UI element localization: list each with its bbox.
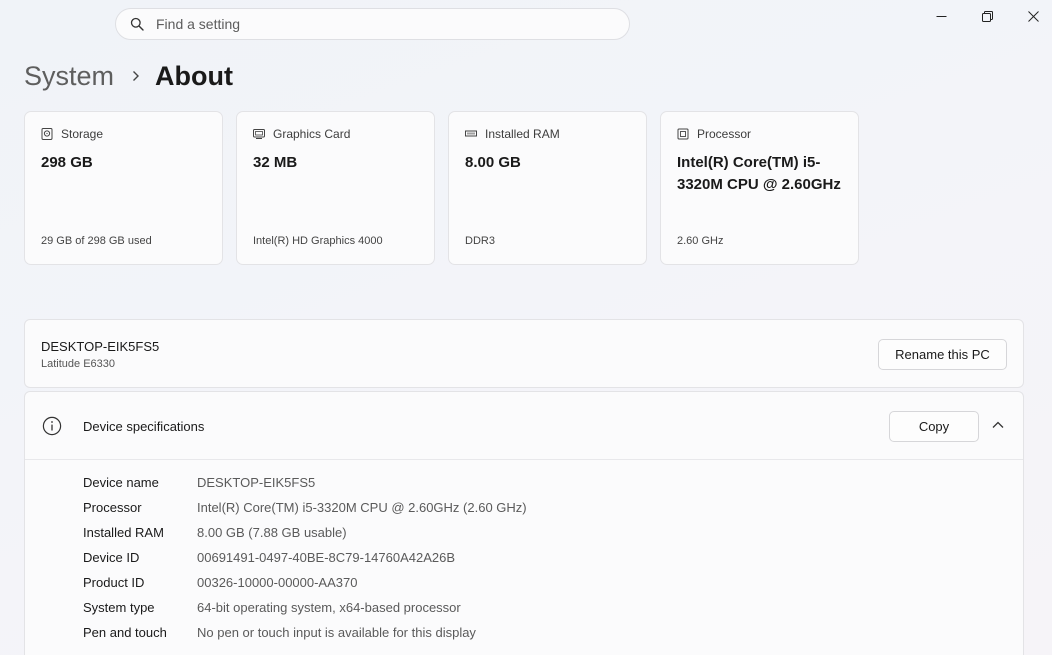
card-value: 32 MB [253,154,298,171]
spec-row-device-id: Device ID 00691491-0497-40BE-8C79-14760A… [83,545,527,570]
search-icon [130,17,144,31]
spec-key: Processor [83,500,142,515]
spec-value: DESKTOP-EIK5FS5 [197,475,316,490]
pc-name-panel: DESKTOP-EIK5FS5 Latitude E6330 Rename th… [24,319,1024,388]
minimize-icon [936,11,947,22]
spec-value: 64-bit operating system, x64-based proce… [197,600,461,615]
minimize-button[interactable] [918,4,964,28]
restore-icon [981,10,993,22]
spec-row-device-name: Device name DESKTOP-EIK5FS5 [83,470,527,495]
ram-icon [465,128,485,140]
spec-key: Installed RAM [83,525,164,540]
info-icon [42,416,62,436]
spec-value: No pen or touch input is available for t… [197,625,476,640]
card-value: 298 GB [41,154,93,171]
chevron-up-icon[interactable] [992,420,1004,430]
pc-name: DESKTOP-EIK5FS5 [41,339,160,354]
spec-row-pen-and-touch: Pen and touch No pen or touch input is a… [83,620,527,645]
spec-key: System type [83,600,155,615]
card-subtext: Intel(R) HD Graphics 4000 [253,235,383,247]
hardware-summary-cards: Storage 298 GB 29 GB of 298 GB used Grap… [24,111,859,265]
device-specifications-header[interactable]: Device specifications Copy [25,392,1023,460]
pc-model: Latitude E6330 [41,358,116,370]
card-label: Graphics Card [273,127,351,141]
card-value: 8.00 GB [465,154,521,171]
search-box[interactable] [115,8,630,40]
card-label: Storage [61,127,104,141]
device-specifications-title: Device specifications [83,419,205,434]
installed-ram-card[interactable]: Installed RAM 8.00 GB DDR3 [448,111,647,265]
card-label: Processor [697,127,752,141]
graphics-card-card[interactable]: Graphics Card 32 MB Intel(R) HD Graphics… [236,111,435,265]
card-value: Intel(R) Core(TM) i5-3320M CPU @ 2.60GHz [677,154,841,193]
close-icon [1027,10,1039,22]
copy-button[interactable]: Copy [889,411,979,442]
storage-card[interactable]: Storage 298 GB 29 GB of 298 GB used [24,111,223,265]
page-title: About [155,60,233,91]
spec-row-installed-ram: Installed RAM 8.00 GB (7.88 GB usable) [83,520,527,545]
spec-row-product-id: Product ID 00326-10000-00000-AA370 [83,570,527,595]
rename-pc-button[interactable]: Rename this PC [878,339,1007,370]
chevron-right-icon [131,70,141,82]
processor-icon [677,128,697,140]
spec-value: 00691491-0497-40BE-8C79-14760A42A26B [197,550,456,565]
restore-button[interactable] [964,4,1010,28]
close-button[interactable] [1010,4,1052,28]
card-label: Installed RAM [485,127,560,141]
storage-icon [41,128,61,140]
breadcrumb: System About [24,58,233,94]
card-subtext: 2.60 GHz [677,235,724,247]
breadcrumb-system-link[interactable]: System [24,61,114,92]
spec-key: Product ID [83,575,145,590]
spec-value: Intel(R) Core(TM) i5-3320M CPU @ 2.60GHz… [197,500,527,515]
spec-value: 00326-10000-00000-AA370 [197,575,358,590]
spec-key: Device name [83,475,159,490]
spec-row-processor: Processor Intel(R) Core(TM) i5-3320M CPU… [83,495,527,520]
spec-value: 8.00 GB (7.88 GB usable) [197,525,347,540]
search-input[interactable] [156,16,596,32]
processor-card[interactable]: Processor Intel(R) Core(TM) i5-3320M CPU… [660,111,859,265]
spec-key: Pen and touch [83,625,167,640]
card-subtext: DDR3 [465,235,495,247]
spec-list: Device name DESKTOP-EIK5FS5 Processor In… [83,470,527,645]
spec-row-system-type: System type 64-bit operating system, x64… [83,595,527,620]
spec-key: Device ID [83,550,140,565]
graphics-card-icon [253,128,273,140]
device-specifications-panel: Device specifications Copy Device name D… [24,391,1024,655]
card-subtext: 29 GB of 298 GB used [41,235,152,247]
